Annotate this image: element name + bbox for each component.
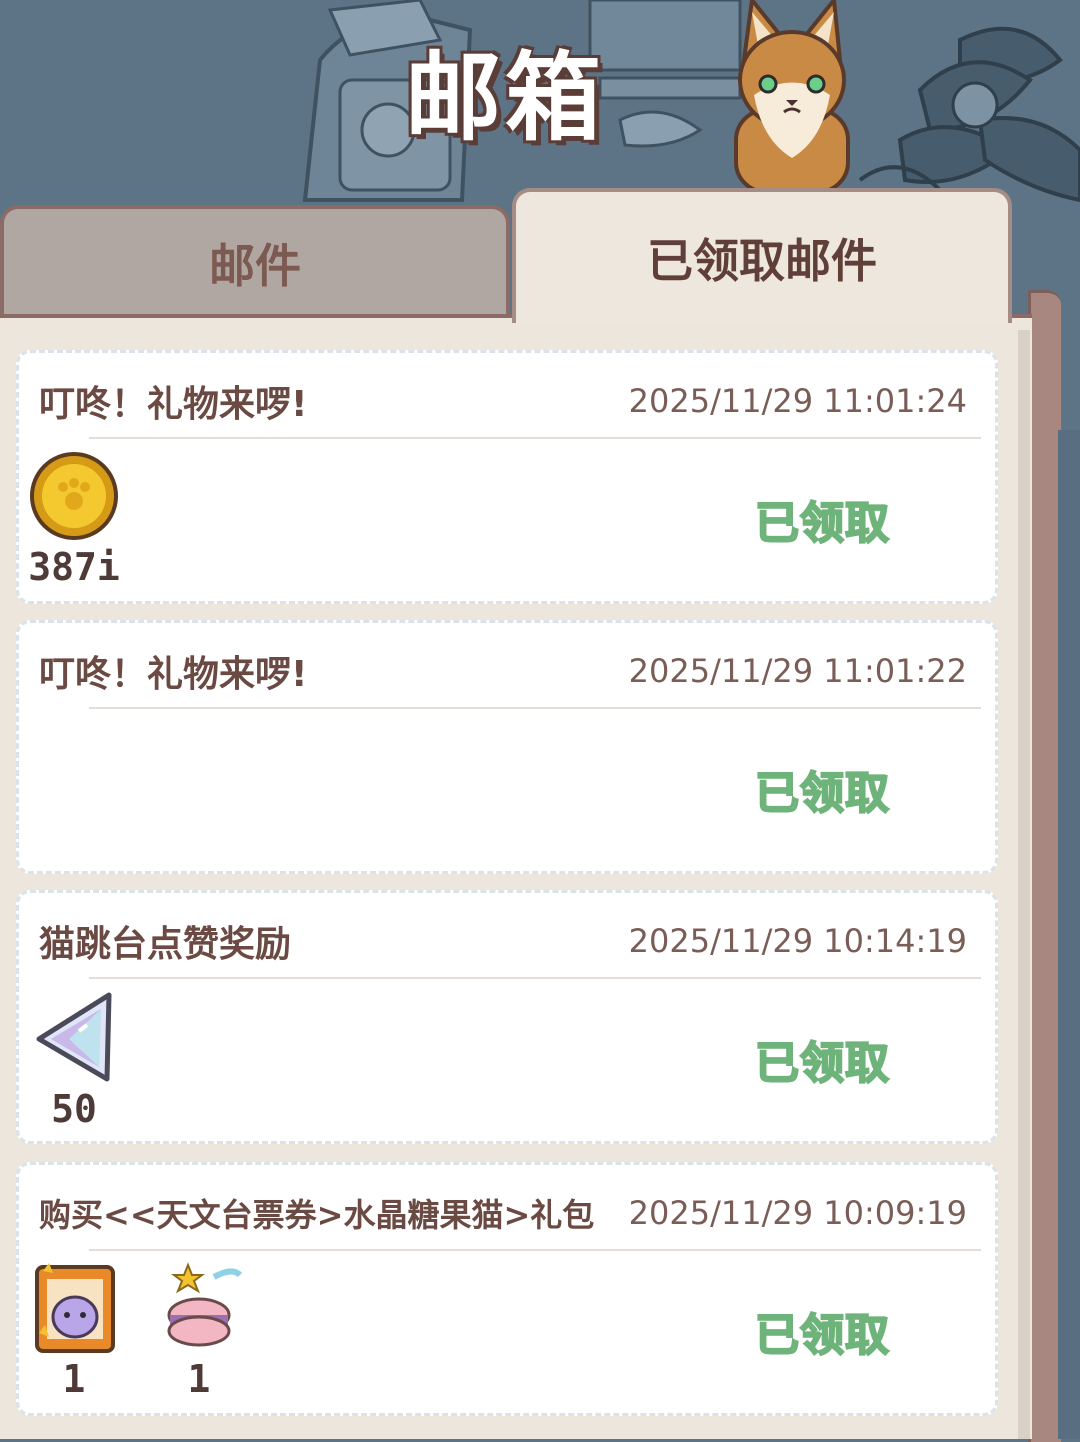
book-edge (1028, 290, 1061, 1442)
scroll-track[interactable] (1018, 330, 1030, 1439)
reward-qty: 50 (51, 1087, 97, 1131)
reward-item: 1 (144, 1261, 254, 1401)
tab-mail[interactable]: 邮件 (0, 205, 510, 317)
mail-title: 猫跳台点赞奖励 (39, 924, 292, 965)
reward-item: 387i (19, 451, 129, 589)
mail-card[interactable]: 购买<<天文台票券>水晶糖果猫>礼包 2025/11/29 10:09:19 1… (16, 1162, 998, 1416)
fox-mascot-icon (734, 0, 850, 192)
mail-time: 2025/11/29 10:14:19 (628, 922, 967, 960)
divider (89, 977, 981, 979)
mail-card[interactable]: 猫跳台点赞奖励 2025/11/29 10:14:19 50 已领取 (16, 890, 998, 1144)
crystal-gem-icon (36, 992, 112, 1082)
divider (89, 707, 981, 709)
reward-qty: 1 (187, 1357, 211, 1401)
reward-item: 1 (19, 1261, 129, 1401)
observatory-ticket-icon (35, 1263, 115, 1353)
reward-item: 50 (19, 991, 129, 1131)
mail-time: 2025/11/29 11:01:22 (628, 652, 967, 690)
claimed-status: 已领取 (754, 1309, 890, 1362)
mail-card[interactable]: 叮咚！礼物来啰! 2025/11/29 11:01:24 387i 已领取 (16, 350, 998, 604)
mail-title: 叮咚！礼物来啰! (39, 384, 308, 425)
book-edge-shadow (1058, 430, 1080, 1439)
crystal-candy-cat-icon (167, 1262, 243, 1347)
mail-card[interactable]: 叮咚！礼物来啰! 2025/11/29 11:01:22 已领取 (16, 620, 998, 874)
tab-claimed-mail[interactable]: 已领取邮件 (512, 188, 1012, 323)
mail-time: 2025/11/29 11:01:24 (628, 382, 967, 420)
mail-title: 购买<<天文台票券>水晶糖果猫>礼包 (39, 1196, 595, 1234)
mail-title: 叮咚！礼物来啰! (39, 654, 308, 695)
claimed-status: 已领取 (754, 1037, 890, 1090)
claimed-status: 已领取 (754, 497, 890, 550)
claimed-status: 已领取 (754, 767, 890, 820)
mail-time: 2025/11/29 10:09:19 (628, 1194, 967, 1232)
reward-qty: 1 (62, 1357, 86, 1401)
divider (89, 1249, 981, 1251)
reward-qty: 387i (28, 545, 120, 589)
divider (89, 437, 981, 439)
gold-coin-icon (30, 452, 118, 540)
